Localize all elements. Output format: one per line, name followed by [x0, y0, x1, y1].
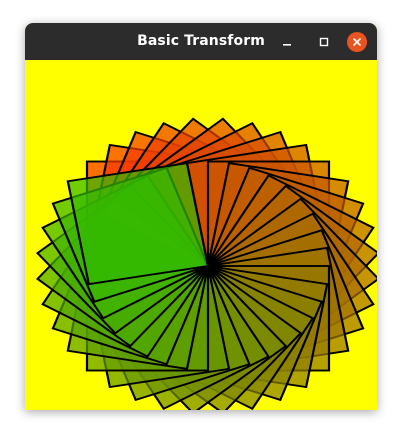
rotated-square — [66, 161, 210, 286]
minimize-button[interactable] — [277, 32, 297, 52]
canvas-area — [25, 60, 377, 410]
close-button[interactable] — [347, 32, 367, 52]
square-group — [35, 117, 377, 410]
minimize-icon — [283, 44, 291, 46]
maximize-button[interactable] — [314, 32, 334, 52]
title-bar[interactable]: Basic Transform — [25, 23, 377, 60]
rotated-squares-drawing — [25, 60, 377, 410]
close-icon — [353, 38, 361, 46]
maximize-icon — [319, 37, 329, 47]
app-window: Basic Transform — [25, 23, 377, 410]
